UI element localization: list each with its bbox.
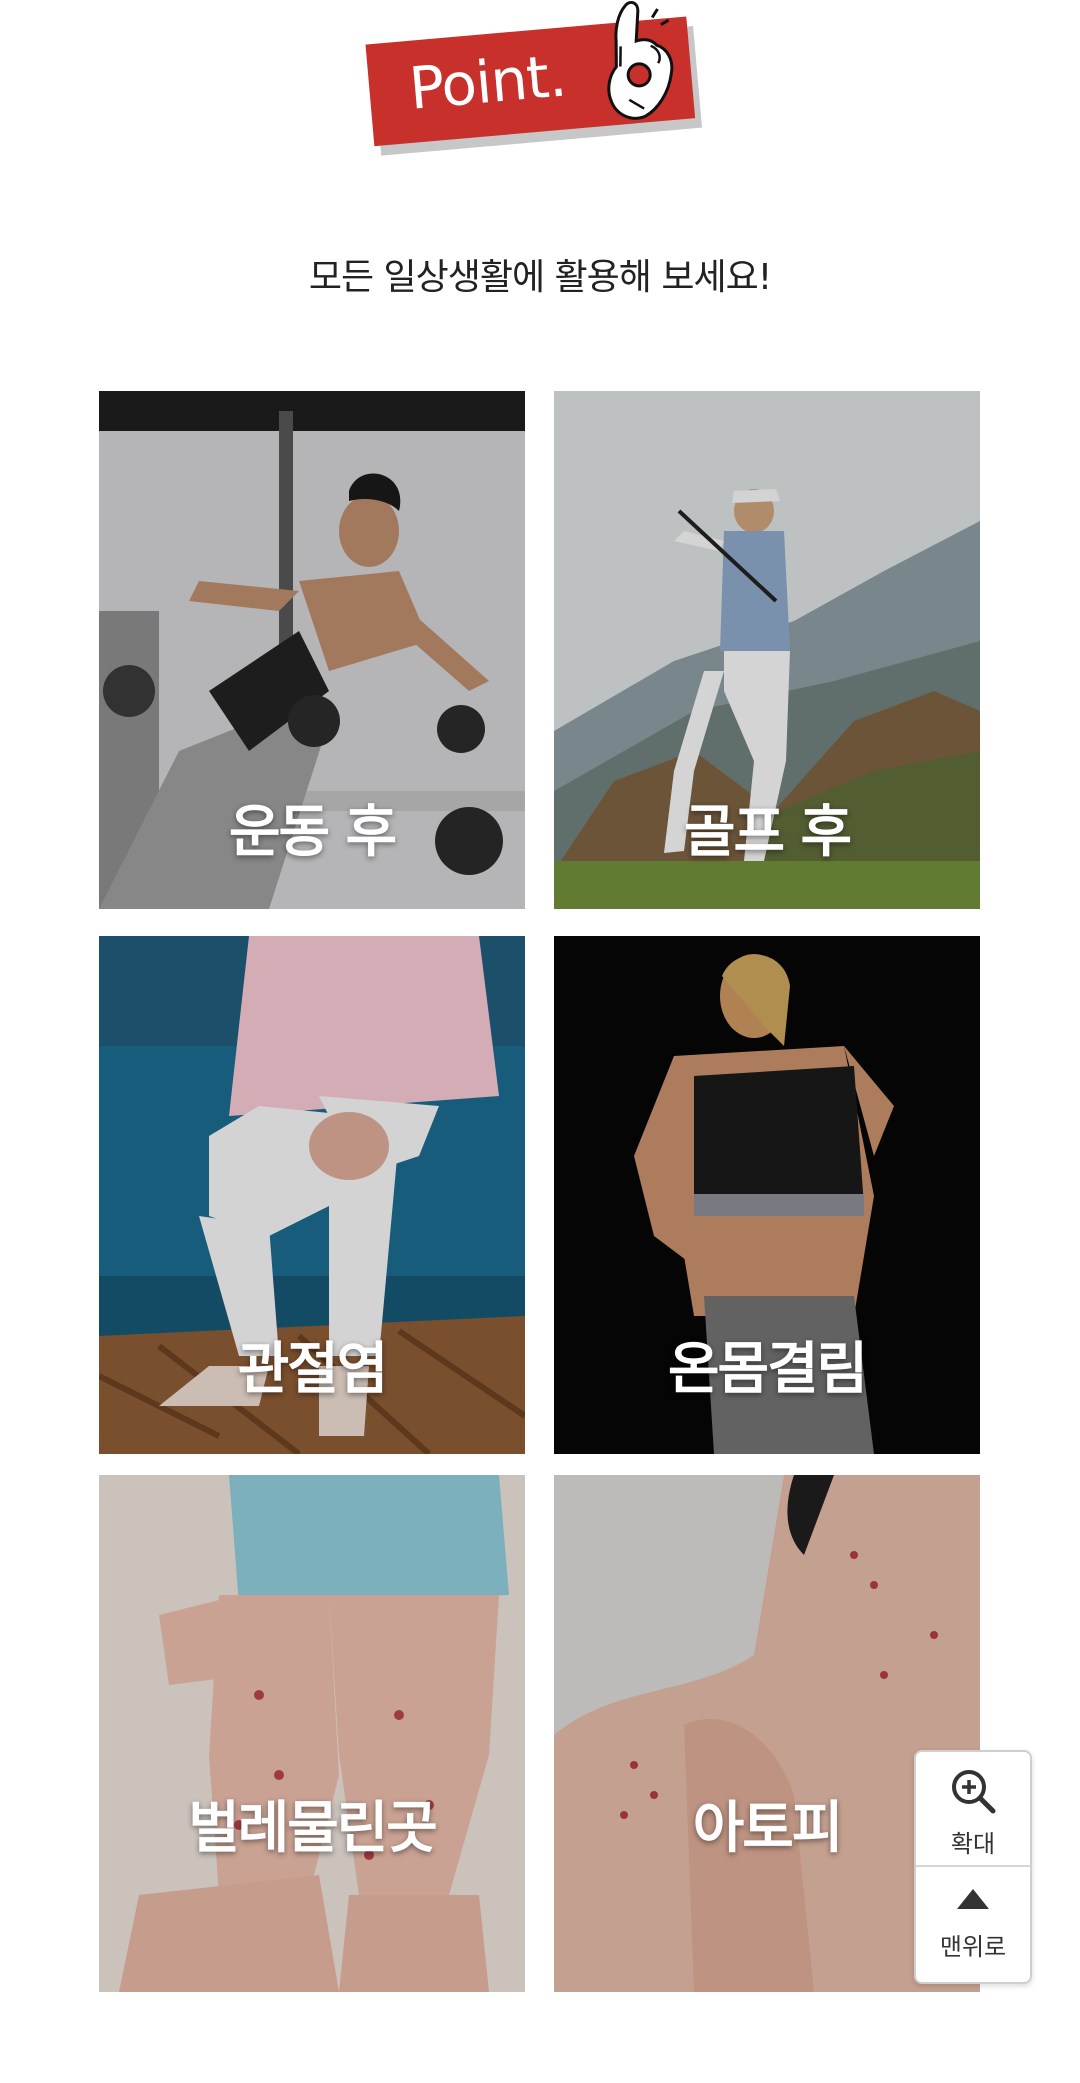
floating-panel: 확대 맨위로	[914, 1750, 1032, 1984]
tile-after-golf: 골프 후	[554, 391, 980, 909]
zoom-label: 확대	[950, 1830, 996, 1858]
tile-bug-bites: 벌레물린곳	[99, 1475, 525, 1992]
tile-after-exercise: 운동 후	[99, 391, 525, 909]
badge-text: Point.	[406, 41, 569, 123]
tile-label: 온몸결림	[667, 1337, 868, 1402]
subtitle: 모든 일상생활에 활용해 보세요!	[308, 257, 772, 298]
tile-label: 벌레물린곳	[188, 1796, 438, 1861]
page: Point. 모든 일상생활에 활용해 보세요! 운동 후 골프 후 관절염 온…	[0, 0, 1080, 2083]
arrow-up-icon	[957, 1889, 989, 1909]
tile-body-aches: 온몸결림	[554, 936, 980, 1454]
tile-arthritis: 관절염	[99, 936, 525, 1454]
tile-label: 골프 후	[683, 800, 852, 865]
point-badge: Point.	[365, 1, 704, 162]
zoom-button[interactable]: 확대	[916, 1752, 1030, 1867]
tile-shade	[99, 1475, 525, 1992]
tile-label: 관절염	[237, 1337, 389, 1402]
zoom-in-icon	[952, 1770, 996, 1814]
scroll-top-button[interactable]: 맨위로	[916, 1867, 1030, 1980]
ok-hand-icon	[607, 1, 674, 120]
tile-label: 운동 후	[228, 800, 397, 865]
scroll-top-label: 맨위로	[939, 1933, 1007, 1961]
